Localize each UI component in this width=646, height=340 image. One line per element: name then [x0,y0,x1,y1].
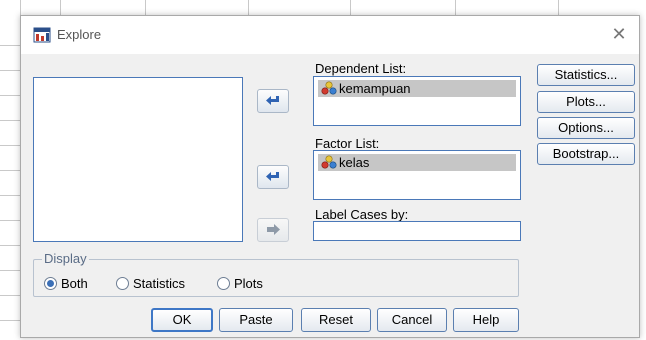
scale-variable-icon [321,81,337,95]
arrow-left-icon [266,96,279,105]
plots-button[interactable]: Plots... [537,91,635,113]
list-item[interactable]: kemampuan [318,80,516,97]
radio-label: Plots [234,276,263,291]
dependent-item-label: kemampuan [339,81,411,96]
grid-line [0,270,20,271]
statistics-button[interactable]: Statistics... [537,64,635,86]
title-bar[interactable]: Explore ✕ [21,16,639,54]
factor-item-label: kelas [339,155,370,170]
display-group-title: Display [42,251,89,266]
bootstrap-button[interactable]: Bootstrap... [537,143,635,165]
grid-line [0,45,20,46]
radio-label: Both [61,276,88,291]
arrow-right-icon [267,224,280,235]
factor-list-label: Factor List: [315,136,380,151]
grid-line [0,95,20,96]
grid-line [0,220,20,221]
display-statistics-radio[interactable]: Statistics [116,276,185,291]
ok-button[interactable]: OK [151,308,213,332]
grid-line [0,170,20,171]
arrow-left-icon [266,172,279,181]
grid-line [0,295,20,296]
options-button[interactable]: Options... [537,117,635,139]
nominal-variable-icon [321,155,337,169]
close-icon[interactable]: ✕ [609,24,629,44]
explore-dialog: Explore ✕ Dependent List: kemampuan Fact… [20,15,640,338]
grid-line [0,195,20,196]
reset-button[interactable]: Reset [301,308,371,332]
display-plots-radio[interactable]: Plots [217,276,263,291]
paste-button[interactable]: Paste [219,308,293,332]
move-to-dependent-button[interactable] [257,89,289,113]
grid-line [0,145,20,146]
cancel-button[interactable]: Cancel [377,308,447,332]
source-variable-list[interactable] [33,77,243,242]
list-item[interactable]: kelas [318,154,516,171]
label-cases-label: Label Cases by: [315,207,409,222]
radio-unselected-icon [217,277,230,290]
dependent-list[interactable]: kemampuan [313,76,521,126]
label-cases-field[interactable] [313,221,521,241]
display-group: Display Both Statistics Plots [33,251,519,297]
window-title: Explore [57,27,102,42]
radio-selected-icon [44,277,57,290]
factor-list[interactable]: kelas [313,150,521,200]
grid-line [0,245,20,246]
display-both-radio[interactable]: Both [44,276,88,291]
grid-line [0,120,20,121]
dependent-list-label: Dependent List: [315,61,407,76]
grid-line [0,320,20,321]
radio-label: Statistics [133,276,186,291]
explore-app-icon [33,27,51,43]
move-to-label-cases-button[interactable] [257,218,289,242]
radio-unselected-icon [116,277,129,290]
grid-line [0,70,20,71]
help-button[interactable]: Help [453,308,519,332]
move-to-factor-button[interactable] [257,165,289,189]
